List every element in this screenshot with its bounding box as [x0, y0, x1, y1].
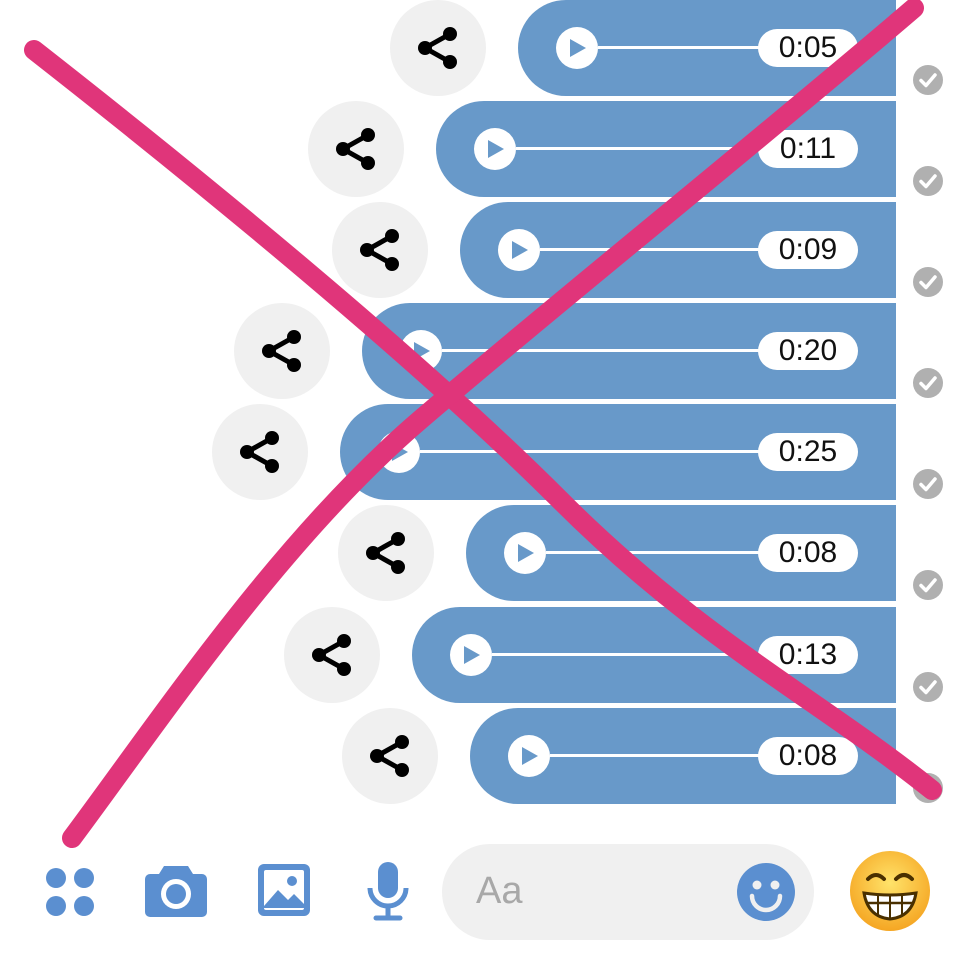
- share-button[interactable]: [332, 202, 428, 298]
- share-button[interactable]: [342, 708, 438, 804]
- duration-label: 0:05: [758, 29, 858, 67]
- camera-icon[interactable]: [144, 862, 208, 918]
- voice-message-row: 0:05: [0, 0, 960, 96]
- play-button[interactable]: [450, 634, 492, 676]
- play-icon: [464, 646, 480, 664]
- audio-progress-track[interactable]: [546, 551, 766, 554]
- voice-message-row: 0:11: [0, 101, 960, 197]
- play-button[interactable]: [504, 532, 546, 574]
- sent-check-icon: [913, 368, 943, 398]
- duration-label: 0:08: [758, 534, 858, 572]
- message-input-placeholder: Aa: [476, 870, 523, 912]
- share-icon: [418, 27, 457, 69]
- play-icon: [518, 544, 534, 562]
- duration-label: 0:25: [758, 433, 858, 471]
- share-button[interactable]: [212, 404, 308, 500]
- voice-message-bubble: 0:11: [436, 101, 896, 197]
- audio-progress-track[interactable]: [550, 754, 766, 757]
- voice-message-bubble: 0:13: [412, 607, 896, 703]
- play-button[interactable]: [508, 735, 550, 777]
- share-icon: [262, 330, 301, 372]
- audio-progress-track[interactable]: [420, 450, 766, 453]
- play-icon: [522, 747, 538, 765]
- sent-check-icon: [913, 773, 943, 803]
- sent-check-icon: [913, 65, 943, 95]
- smiley-icon[interactable]: [736, 862, 796, 922]
- play-button[interactable]: [474, 128, 516, 170]
- share-icon: [360, 229, 399, 271]
- duration-label: 0:20: [758, 332, 858, 370]
- play-icon: [414, 342, 430, 360]
- audio-progress-track[interactable]: [540, 248, 766, 251]
- share-icon: [366, 532, 405, 574]
- share-icon: [336, 128, 375, 170]
- duration-label: 0:11: [758, 130, 858, 168]
- message-input[interactable]: Aa: [442, 844, 814, 940]
- play-icon: [488, 140, 504, 158]
- share-button[interactable]: [234, 303, 330, 399]
- share-icon: [240, 431, 279, 473]
- share-button[interactable]: [390, 0, 486, 96]
- apps-grid-icon[interactable]: [44, 866, 96, 918]
- voice-message-row: 0:09: [0, 202, 960, 298]
- play-button[interactable]: [400, 330, 442, 372]
- voice-message-row: 0:08: [0, 708, 960, 804]
- voice-message-bubble: 0:25: [340, 404, 896, 500]
- voice-message-bubble: 0:08: [470, 708, 896, 804]
- sent-check-icon: [913, 166, 943, 196]
- audio-progress-track[interactable]: [492, 653, 766, 656]
- audio-progress-track[interactable]: [442, 349, 766, 352]
- play-icon: [392, 443, 408, 461]
- play-button[interactable]: [556, 27, 598, 69]
- duration-label: 0:09: [758, 231, 858, 269]
- sent-check-icon: [913, 672, 943, 702]
- voice-message-row: 0:13: [0, 607, 960, 703]
- play-icon: [570, 39, 586, 57]
- audio-progress-track[interactable]: [516, 147, 766, 150]
- share-button[interactable]: [338, 505, 434, 601]
- sent-check-icon: [913, 267, 943, 297]
- play-button[interactable]: [498, 229, 540, 271]
- share-button[interactable]: [308, 101, 404, 197]
- audio-progress-track[interactable]: [598, 46, 766, 49]
- microphone-icon[interactable]: [364, 860, 412, 922]
- duration-label: 0:08: [758, 737, 858, 775]
- voice-message-bubble: 0:05: [518, 0, 896, 96]
- share-button[interactable]: [284, 607, 380, 703]
- voice-message-row: 0:08: [0, 505, 960, 601]
- share-icon: [370, 735, 409, 777]
- share-icon: [312, 634, 351, 676]
- image-icon[interactable]: [256, 862, 312, 918]
- duration-label: 0:13: [758, 636, 858, 674]
- voice-message-bubble: 0:20: [362, 303, 896, 399]
- sent-check-icon: [913, 570, 943, 600]
- voice-message-row: 0:20: [0, 303, 960, 399]
- voice-message-row: 0:25: [0, 404, 960, 500]
- play-button[interactable]: [378, 431, 420, 473]
- voice-message-bubble: 0:08: [466, 505, 896, 601]
- grinning-emoji-icon[interactable]: [848, 849, 932, 933]
- play-icon: [512, 241, 528, 259]
- voice-message-bubble: 0:09: [460, 202, 896, 298]
- sent-check-icon: [913, 469, 943, 499]
